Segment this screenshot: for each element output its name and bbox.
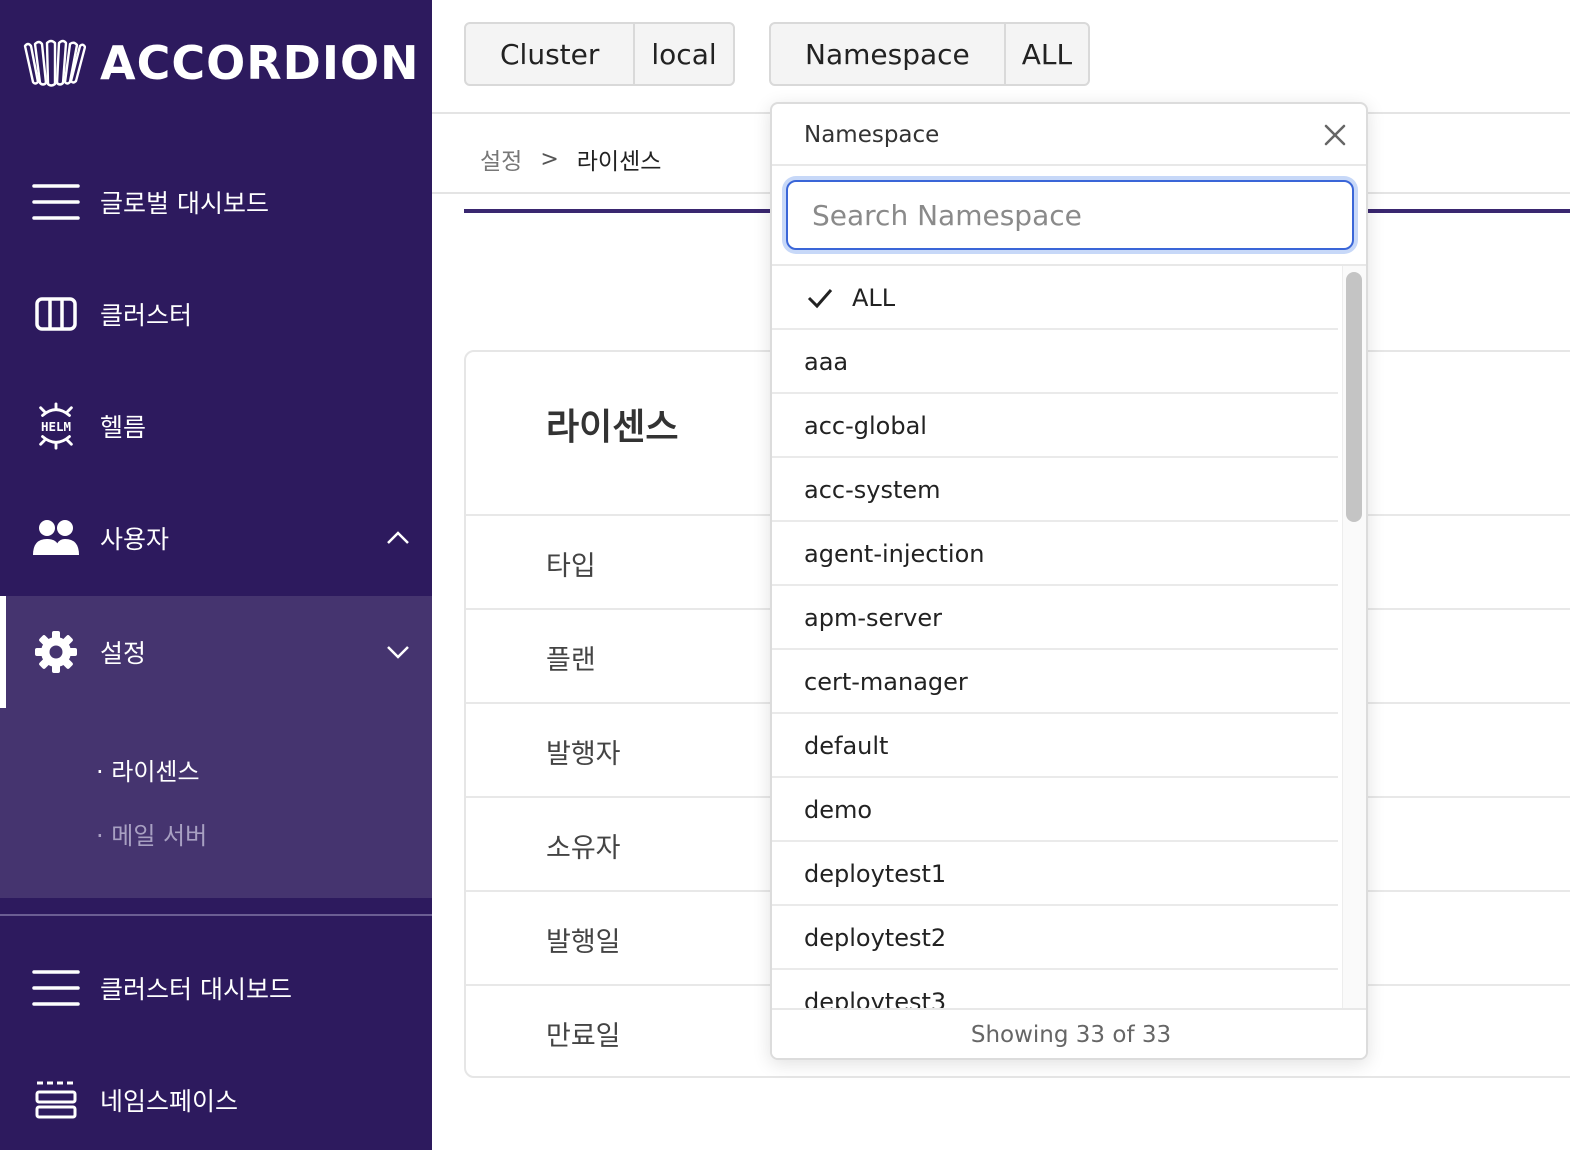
sidebar-item-label: 글로벌 대시보드 — [100, 189, 269, 218]
list-item-label: deploytest1 — [804, 860, 947, 888]
list-item-label: deploytest3 — [804, 988, 947, 1008]
list-item-label: cert-manager — [804, 668, 968, 696]
cluster-selector-value: local — [651, 37, 717, 71]
close-icon[interactable] — [1320, 120, 1350, 150]
list-item-label: acc-system — [804, 476, 941, 504]
list-item-label: acc-global — [804, 412, 927, 440]
sidebar-item-namespace[interactable]: 네임스페이스 — [0, 1044, 432, 1156]
list-item[interactable]: default — [772, 714, 1338, 778]
sidebar-divider — [0, 914, 432, 916]
row-label: 발행일 — [546, 927, 621, 958]
users-icon — [32, 514, 80, 562]
scrollbar-thumb[interactable] — [1346, 272, 1362, 522]
menu-lines-icon — [32, 178, 80, 226]
brand-name: ACCORDION — [100, 36, 420, 90]
sidebar-item-label: 클러스터 — [100, 301, 193, 330]
row-label: 소유자 — [546, 833, 621, 864]
list-item-label: ALL — [852, 284, 896, 312]
cluster-selector[interactable]: Cluster local — [464, 22, 735, 86]
menu-lines-icon — [32, 964, 80, 1012]
breadcrumb-current: 라이센스 — [576, 149, 662, 175]
accordion-logo-icon — [23, 39, 86, 87]
chevron-down-icon — [387, 646, 409, 659]
list-item[interactable]: acc-global — [772, 394, 1338, 458]
sidebar-item-cluster-dashboard[interactable]: 클러스터 대시보드 — [0, 932, 432, 1044]
dropdown-header: Namespace — [772, 104, 1366, 166]
sidebar-item-label: 헬름 — [100, 413, 147, 442]
gear-icon — [32, 628, 80, 676]
brand-logo[interactable]: ACCORDION — [22, 36, 420, 90]
submenu-item-license[interactable]: · 라이센스 — [96, 752, 200, 787]
row-label: 플랜 — [546, 645, 596, 676]
sidebar-item-global-dashboard[interactable]: 글로벌 대시보드 — [0, 146, 432, 258]
list-item[interactable]: cert-manager — [772, 650, 1338, 714]
list-item[interactable]: deploytest1 — [772, 842, 1338, 906]
sidebar-item-label: 클러스터 대시보드 — [100, 975, 292, 1004]
row-label: 만료일 — [546, 1021, 621, 1052]
result-count: Showing 33 of 33 — [970, 1022, 1172, 1048]
sidebar-item-settings[interactable]: 설정 — [0, 596, 432, 708]
list-item[interactable]: agent-injection — [772, 522, 1338, 586]
cluster-selector-key: Cluster — [466, 24, 636, 84]
dropdown-footer: Showing 33 of 33 — [772, 1008, 1366, 1058]
list-item-label: default — [804, 732, 889, 760]
namespace-list: ALL aaa acc-global acc-system agent-inje… — [772, 266, 1338, 1008]
list-item[interactable]: ALL — [772, 266, 1338, 330]
namespace-dropdown: Namespace ALL aaa acc-global acc-system … — [770, 102, 1368, 1060]
check-icon — [807, 289, 833, 309]
row-label: 타입 — [546, 551, 596, 582]
row-label: 발행자 — [546, 739, 621, 770]
list-item[interactable]: deploytest3 — [772, 970, 1338, 1008]
sidebar-item-label: 네임스페이스 — [100, 1087, 239, 1116]
list-item[interactable]: apm-server — [772, 586, 1338, 650]
sidebar-item-label: 사용자 — [100, 525, 170, 554]
sidebar-item-users[interactable]: 사용자 — [0, 482, 432, 594]
sidebar: ACCORDION 글로벌 대시보드 클러스터 HELM 헬름 사용자 설정 ·… — [0, 0, 432, 1150]
dropdown-title: Namespace — [804, 122, 940, 148]
list-item[interactable]: aaa — [772, 330, 1338, 394]
search-focus-ring — [786, 180, 1354, 250]
card-title: 라이센스 — [546, 407, 679, 448]
list-item-label: demo — [804, 796, 873, 824]
helm-icon: HELM — [32, 402, 80, 450]
breadcrumb-separator-icon: > — [540, 146, 559, 172]
sidebar-item-label: 설정 — [100, 639, 147, 668]
breadcrumb-parent[interactable]: 설정 — [480, 142, 522, 176]
helm-icon-text: HELM — [41, 419, 71, 434]
submenu-item-mail-server[interactable]: · 메일 서버 — [96, 816, 207, 851]
search-input[interactable] — [786, 180, 1354, 250]
sidebar-item-cluster[interactable]: 클러스터 — [0, 258, 432, 370]
list-item[interactable]: demo — [772, 778, 1338, 842]
list-item[interactable]: deploytest2 — [772, 906, 1338, 970]
settings-submenu: · 라이센스 · 메일 서버 — [0, 708, 432, 898]
breadcrumb: 설정 > 라이센스 — [480, 142, 661, 176]
columns-icon — [32, 290, 80, 338]
list-item-label: deploytest2 — [804, 924, 947, 952]
namespace-icon — [32, 1076, 80, 1124]
namespace-selector-key: Namespace — [771, 24, 1006, 84]
chevron-up-icon — [387, 531, 409, 544]
list-item-label: apm-server — [804, 604, 942, 632]
list-item-label: aaa — [804, 348, 849, 376]
namespace-selector[interactable]: Namespace ALL — [769, 22, 1091, 86]
namespace-selector-value: ALL — [1021, 37, 1073, 71]
list-item[interactable]: acc-system — [772, 458, 1338, 522]
sidebar-item-helm[interactable]: HELM 헬름 — [0, 370, 432, 482]
list-item-label: agent-injection — [804, 540, 985, 568]
